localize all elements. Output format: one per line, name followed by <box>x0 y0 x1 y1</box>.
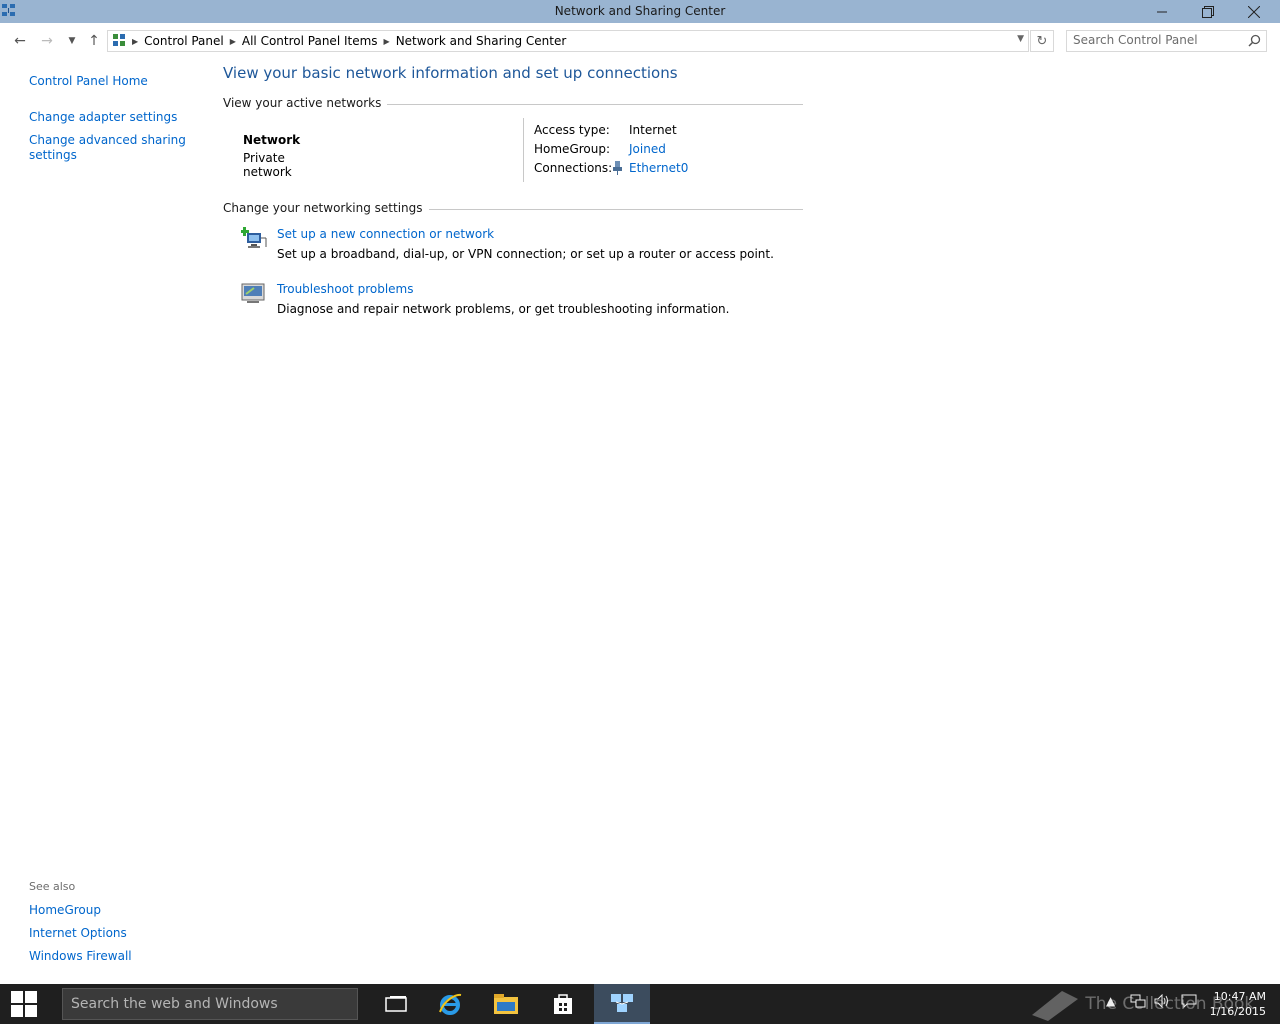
search-box[interactable] <box>1066 30 1267 52</box>
system-clock[interactable]: 10:47 AM 1/16/2015 <box>1210 989 1266 1019</box>
restore-button[interactable] <box>1185 0 1231 23</box>
page-title: View your basic network information and … <box>223 64 678 82</box>
homegroup-link[interactable]: HomeGroup <box>29 903 101 918</box>
taskbar: Search the web and Windows The Collectio… <box>0 984 1280 1024</box>
change-adapter-settings-link[interactable]: Change adapter settings <box>29 110 177 125</box>
recent-locations-button[interactable]: ▼ <box>62 31 82 51</box>
forward-button[interactable]: → <box>37 31 57 51</box>
network-category: Private network <box>243 151 292 179</box>
close-button[interactable] <box>1231 0 1277 23</box>
active-networks-header-label: View your active networks <box>223 96 388 110</box>
show-hidden-icons-icon[interactable]: ▲ <box>1106 994 1115 1008</box>
see-also-label: See also <box>29 880 76 893</box>
troubleshoot-problems-description: Diagnose and repair network problems, or… <box>277 302 730 316</box>
control-panel-icon <box>112 33 126 50</box>
access-type-label: Access type: <box>534 123 610 137</box>
up-arrow-icon: ↑ <box>88 33 100 49</box>
close-icon <box>1248 5 1260 18</box>
new-connection-task: Set up a new connection or network Set u… <box>240 227 801 267</box>
breadcrumb-separator-icon[interactable]: ▶ <box>132 37 138 46</box>
setup-new-connection-description: Set up a broadband, dial-up, or VPN conn… <box>277 247 774 261</box>
windows-logo-icon <box>11 991 37 1017</box>
troubleshoot-problems-link[interactable]: Troubleshoot problems <box>277 282 413 296</box>
ethernet-icon <box>612 161 623 178</box>
address-dropdown-icon[interactable]: ▼ <box>1017 34 1024 44</box>
search-input[interactable] <box>1073 33 1243 47</box>
search-icon[interactable] <box>1248 34 1261 50</box>
clock-time: 10:47 AM <box>1213 990 1266 1003</box>
internet-options-link[interactable]: Internet Options <box>29 926 127 941</box>
window-title: Network and Sharing Center <box>554 4 726 18</box>
networking-settings-header: Change your networking settings <box>223 201 803 217</box>
book-logo-icon <box>1032 991 1078 1021</box>
homegroup-joined-link[interactable]: Joined <box>629 142 666 156</box>
breadcrumb-all-control-panel-items[interactable]: All Control Panel Items <box>242 34 378 48</box>
troubleshoot-icon <box>241 282 265 307</box>
left-navigation-pane: Control Panel Home Change adapter settin… <box>0 60 210 980</box>
breadcrumb-separator-icon[interactable]: ▶ <box>384 37 390 46</box>
internet-explorer-icon <box>439 993 462 1015</box>
back-arrow-icon: ← <box>14 33 26 49</box>
action-center-icon[interactable] <box>1181 994 1197 1011</box>
new-connection-icon <box>240 227 267 254</box>
refresh-icon: ↻ <box>1036 33 1048 49</box>
store-button[interactable] <box>535 984 591 1024</box>
access-type-value: Internet <box>629 123 677 137</box>
chevron-down-icon: ▼ <box>68 36 76 46</box>
taskbar-search-box[interactable]: Search the web and Windows <box>62 988 358 1020</box>
address-bar[interactable]: ▶ Control Panel ▶ All Control Panel Item… <box>107 30 1029 52</box>
breadcrumb-control-panel[interactable]: Control Panel <box>144 34 224 48</box>
windows-firewall-link[interactable]: Windows Firewall <box>29 949 132 964</box>
restore-icon <box>1202 5 1214 18</box>
control-panel-home-link[interactable]: Control Panel Home <box>29 74 148 89</box>
breadcrumb-separator-icon[interactable]: ▶ <box>230 37 236 46</box>
ethernet-connection-link[interactable]: Ethernet0 <box>629 161 688 175</box>
navigation-bar: ← → ▼ ↑ ▶ Control Panel ▶ All Control Pa… <box>0 26 1280 56</box>
task-view-button[interactable] <box>368 984 424 1024</box>
network-center-icon <box>611 994 633 1012</box>
connections-label: Connections: <box>534 161 613 175</box>
network-name: Network <box>243 133 301 147</box>
folder-icon <box>494 994 518 1014</box>
file-explorer-button[interactable] <box>478 984 534 1024</box>
network-divider <box>523 118 524 182</box>
clock-date: 1/16/2015 <box>1209 1005 1266 1018</box>
title-bar: Network and Sharing Center <box>0 0 1280 23</box>
network-tray-icon[interactable] <box>1130 994 1146 1011</box>
change-advanced-sharing-settings-link[interactable]: Change advanced sharing settings <box>29 133 189 163</box>
back-button[interactable]: ← <box>10 31 30 51</box>
up-button[interactable]: ↑ <box>84 31 104 51</box>
task-view-icon <box>385 996 407 1012</box>
networking-settings-header-label: Change your networking settings <box>223 201 429 215</box>
active-networks-header: View your active networks <box>223 96 803 112</box>
network-center-taskbar-button[interactable] <box>594 984 650 1024</box>
breadcrumb-network-and-sharing-center[interactable]: Network and Sharing Center <box>396 34 567 48</box>
start-button[interactable] <box>0 984 48 1024</box>
troubleshoot-task: Troubleshoot problems Diagnose and repai… <box>241 282 801 322</box>
refresh-button[interactable]: ↻ <box>1030 30 1054 52</box>
minimize-icon <box>1157 11 1167 12</box>
forward-arrow-icon: → <box>41 33 53 49</box>
volume-icon[interactable] <box>1154 993 1170 1011</box>
setup-new-connection-link[interactable]: Set up a new connection or network <box>277 227 494 241</box>
homegroup-label: HomeGroup: <box>534 142 611 156</box>
store-icon <box>554 994 572 1014</box>
minimize-button[interactable] <box>1139 0 1185 23</box>
internet-explorer-button[interactable] <box>422 984 478 1024</box>
